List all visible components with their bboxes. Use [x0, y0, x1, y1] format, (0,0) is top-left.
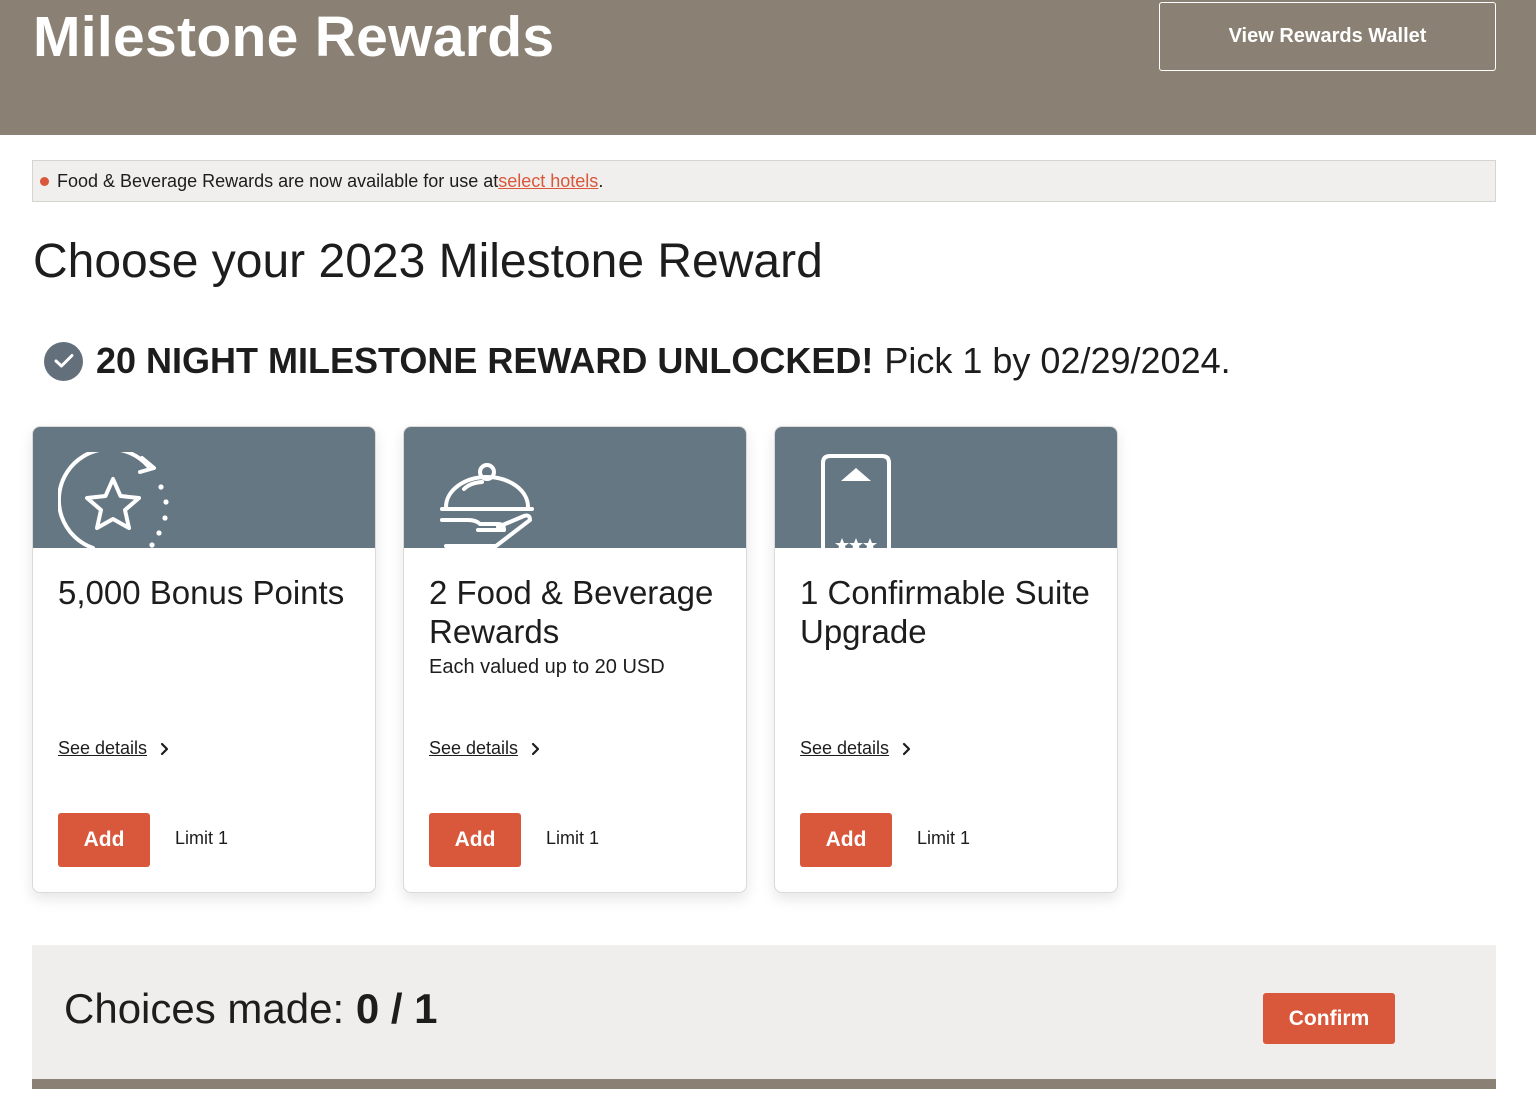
limit-label: Limit 1	[546, 828, 600, 848]
add-button[interactable]: Add	[58, 813, 150, 867]
card-title: 5,000 Bonus Points	[58, 574, 345, 611]
see-details-link[interactable]: See details	[429, 738, 540, 759]
see-details-label: See details	[429, 738, 519, 758]
see-details-label: See details	[58, 738, 148, 758]
card-banner	[33, 427, 375, 548]
cloche-icon	[440, 463, 534, 548]
notice-banner: Food & Beverage Rewards are now availabl…	[32, 160, 1496, 202]
see-details-link[interactable]: See details	[800, 738, 911, 759]
select-hotels-link[interactable]: select hotels	[498, 171, 598, 192]
star-refresh-icon	[58, 452, 169, 548]
chevron-right-icon	[531, 742, 540, 755]
add-button[interactable]: Add	[429, 813, 521, 867]
reward-card-food-beverage: 2 Food & Beverage Rewards Each valued up…	[403, 426, 747, 893]
page: Milestone Rewards View Rewards Wallet Fo…	[0, 0, 1536, 1108]
selection-summary-bar: Choices made: 0 / 1 Confirm	[32, 945, 1496, 1089]
card-subtitle: Each valued up to 20 USD	[429, 656, 665, 678]
see-details-link[interactable]: See details	[58, 738, 169, 759]
choices-label: Choices made:	[64, 985, 356, 1032]
limit-label: Limit 1	[917, 828, 971, 848]
limit-label: Limit 1	[175, 828, 229, 848]
card-banner	[404, 427, 746, 548]
bullet-dot-icon	[40, 176, 49, 186]
chevron-right-icon	[902, 742, 911, 755]
page-header: Milestone Rewards View Rewards Wallet	[0, 0, 1536, 135]
choices-value: 0 / 1	[355, 985, 438, 1032]
reward-card-suite-upgrade: 1 Confirmable Suite Upgrade See details …	[774, 426, 1118, 893]
card-title: 1 Confirmable Suite Upgrade	[800, 574, 1090, 650]
section-heading: Choose your 2023 Milestone Reward	[33, 235, 823, 288]
choices-counter: Choices made: 0 / 1	[64, 985, 438, 1033]
chevron-right-icon	[160, 742, 169, 755]
suite-door-icon	[821, 454, 891, 548]
see-details-label: See details	[800, 738, 890, 758]
add-button[interactable]: Add	[800, 813, 892, 867]
card-title: 2 Food & Beverage Rewards	[429, 574, 714, 650]
page-title: Milestone Rewards	[33, 5, 555, 69]
notice-suffix: .	[598, 170, 604, 191]
milestone-deadline: Pick 1 by 02/29/2024.	[884, 340, 1231, 381]
check-circle-icon	[44, 341, 83, 381]
milestone-unlocked-label: 20 NIGHT MILESTONE REWARD UNLOCKED!	[96, 340, 874, 381]
milestone-status: 20 NIGHT MILESTONE REWARD UNLOCKED! Pick…	[44, 340, 1231, 382]
reward-card-bonus-points: 5,000 Bonus Points See details Add Limit…	[32, 426, 376, 893]
view-rewards-wallet-button[interactable]: View Rewards Wallet	[1159, 2, 1496, 71]
notice-text: Food & Beverage Rewards are now availabl…	[57, 170, 499, 191]
confirm-button[interactable]: Confirm	[1263, 993, 1395, 1044]
card-banner	[775, 427, 1117, 548]
